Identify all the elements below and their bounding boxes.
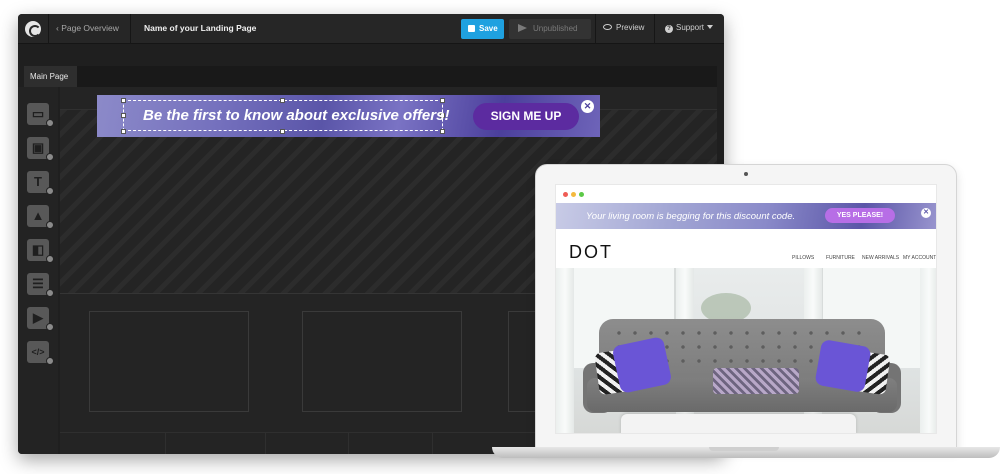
nav-pillows[interactable]: PILLOWS — [792, 255, 814, 261]
nav-my-account[interactable]: MY ACCOUNT — [903, 255, 936, 261]
support-label: Support — [676, 23, 705, 32]
form-tool[interactable]: ☰ — [27, 273, 54, 297]
laptop-screen: Your living room is begging for this dis… — [555, 184, 937, 434]
paper-plane-icon — [518, 24, 527, 32]
element-toolbar: ▭ ▣ T ▲ ◧ ☰ ▶ </> — [18, 87, 58, 454]
page-tabs: Main Page — [24, 66, 717, 87]
hero-curtain — [556, 268, 574, 433]
content-placeholder[interactable] — [89, 311, 249, 412]
toolbar-divider — [48, 14, 49, 44]
help-icon: ? — [665, 25, 673, 33]
footer-divider — [265, 433, 266, 454]
hero-curtain — [920, 268, 936, 433]
box-tool[interactable]: ▣ — [27, 137, 54, 161]
purple-pillow — [814, 339, 872, 393]
video-tool[interactable]: ▶ — [27, 307, 54, 331]
app-logo-icon[interactable] — [25, 21, 41, 37]
sign-me-up-button[interactable]: SIGN ME UP — [473, 103, 579, 130]
content-placeholder[interactable] — [302, 311, 462, 412]
banner-headline[interactable]: Be the first to know about exclusive off… — [143, 107, 449, 124]
nav-furniture[interactable]: FURNITURE — [826, 255, 855, 261]
image-tool[interactable]: ▲ — [27, 205, 54, 229]
eye-icon — [603, 24, 612, 30]
footer-divider — [165, 433, 166, 454]
yes-please-button[interactable]: YES PLEASE! — [825, 208, 895, 223]
resize-handle[interactable] — [280, 129, 285, 134]
publish-status-label: Unpublished — [533, 24, 578, 33]
site-logo[interactable]: DOT — [569, 242, 613, 263]
site-promo-banner: Your living room is begging for this dis… — [556, 203, 936, 229]
footer-divider — [432, 433, 433, 454]
text-tool[interactable]: T — [27, 171, 54, 195]
resize-handle[interactable] — [280, 98, 285, 103]
tab-main-page[interactable]: Main Page — [24, 66, 77, 87]
save-button[interactable]: Save — [461, 19, 504, 39]
section-tool[interactable]: ▭ — [27, 103, 54, 127]
coffee-table — [621, 414, 856, 433]
window-maximize-icon[interactable] — [579, 192, 584, 197]
resize-handle[interactable] — [121, 113, 126, 118]
code-tool[interactable]: </> — [27, 341, 54, 365]
nav-new-arrivals[interactable]: NEW ARRIVALS — [862, 255, 899, 261]
resize-handle[interactable] — [440, 129, 445, 134]
site-banner-text: Your living room is begging for this dis… — [586, 211, 796, 222]
window-minimize-icon[interactable] — [571, 192, 576, 197]
close-icon[interactable]: ✕ — [581, 100, 594, 113]
publish-button[interactable]: Unpublished — [509, 19, 591, 39]
camera-icon — [744, 172, 748, 176]
close-icon[interactable]: ✕ — [921, 208, 931, 218]
page-overview-link[interactable]: ‹ Page Overview — [56, 23, 119, 33]
toolbar-divider — [130, 14, 131, 44]
support-menu[interactable]: ? Support — [665, 23, 714, 33]
resize-handle[interactable] — [121, 129, 126, 134]
add-icon — [46, 323, 54, 331]
add-icon — [46, 119, 54, 127]
editor-toolbar: ‹ Page Overview Name of your Landing Pag… — [18, 14, 724, 44]
laptop-notch — [709, 447, 779, 451]
add-icon — [46, 221, 54, 229]
browser-bar — [556, 185, 936, 203]
add-icon — [46, 357, 54, 365]
save-icon — [468, 25, 475, 32]
resize-handle[interactable] — [440, 98, 445, 103]
resize-handle[interactable] — [121, 98, 126, 103]
add-icon — [46, 289, 54, 297]
toolbar-divider — [654, 14, 655, 44]
chevron-down-icon — [707, 25, 714, 29]
add-icon — [46, 187, 54, 195]
add-icon — [46, 255, 54, 263]
toolbar-divider — [595, 14, 596, 44]
promo-banner[interactable]: Be the first to know about exclusive off… — [97, 95, 600, 137]
save-label: Save — [479, 24, 498, 33]
window-close-icon[interactable] — [563, 192, 568, 197]
preview-button[interactable]: Preview — [603, 23, 644, 32]
page-title[interactable]: Name of your Landing Page — [144, 23, 256, 33]
footer-divider — [348, 433, 349, 454]
button-tool[interactable]: ◧ — [27, 239, 54, 263]
patterned-pillow — [713, 368, 799, 394]
add-icon — [46, 153, 54, 161]
preview-label: Preview — [616, 23, 645, 32]
hero-image — [556, 268, 936, 433]
